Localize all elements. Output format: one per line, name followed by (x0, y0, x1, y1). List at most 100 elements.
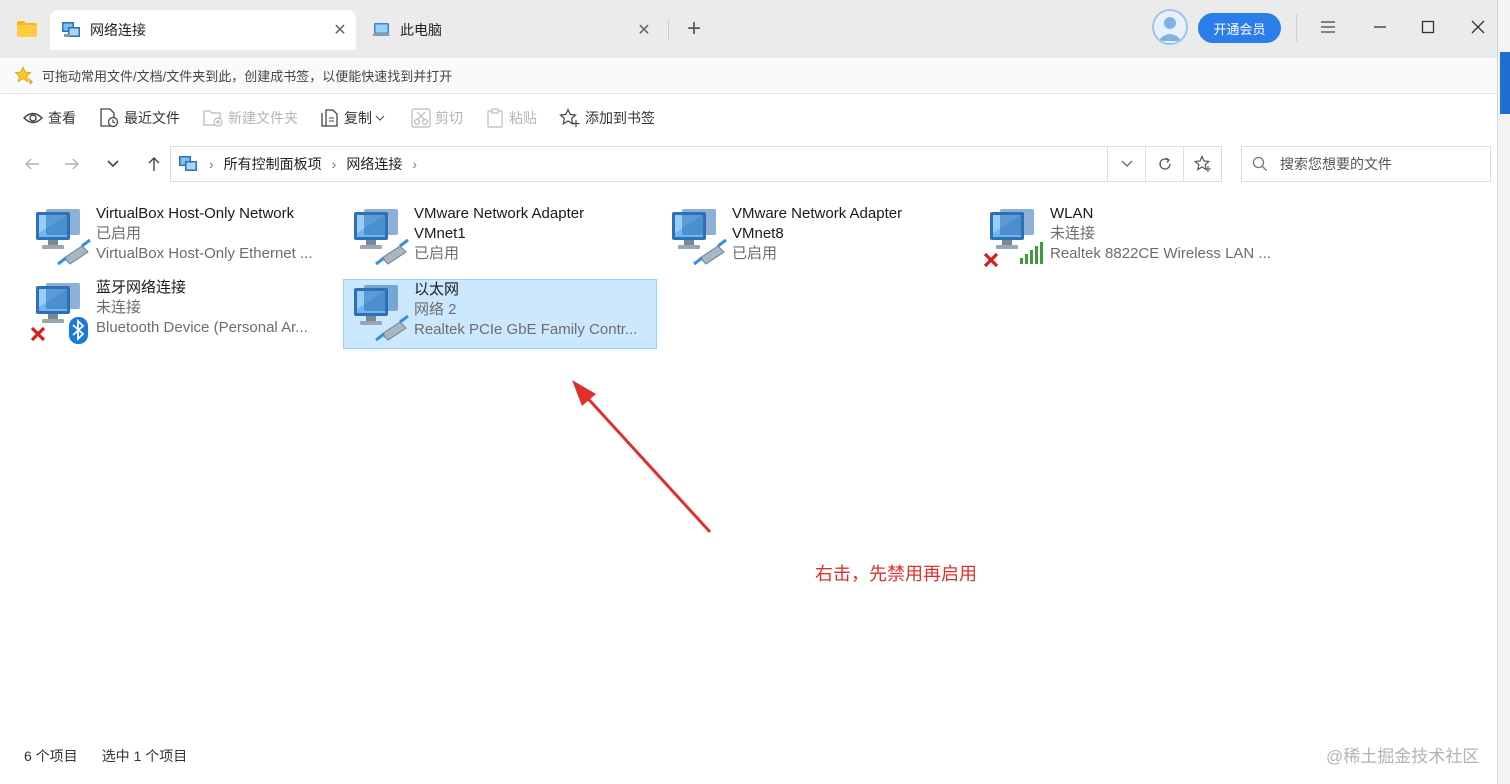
connection-device: Realtek PCIe GbE Family Contr... (414, 321, 638, 338)
refresh-icon (1158, 157, 1171, 170)
paste-button[interactable]: 粘贴 (485, 102, 537, 134)
up-button[interactable] (140, 150, 168, 178)
menu-button[interactable] (1312, 12, 1344, 42)
desktop-edge (1497, 0, 1510, 784)
connection-status: 未连接 (1050, 225, 1096, 242)
history-dropdown-button[interactable] (99, 150, 127, 178)
tab-divider (668, 20, 669, 40)
toolbar: 查看 最近文件 新建文件夹 复制 剪切 粘贴 添加到书签 (0, 94, 1497, 142)
new-tab-button[interactable]: + (680, 16, 708, 44)
copy-icon (321, 109, 338, 127)
connection-item[interactable]: 蓝牙网络连接 未连接 Bluetooth Device (Personal Ar… (26, 278, 340, 348)
connection-status: 已启用 (732, 245, 778, 262)
maximize-icon (1421, 20, 1435, 34)
search-box[interactable] (1241, 146, 1491, 182)
connection-item-selected[interactable]: 以太网 网络 2 Realtek PCIe GbE Family Contr..… (343, 279, 657, 349)
favorite-button[interactable] (1183, 147, 1221, 181)
folder-icon[interactable] (16, 20, 38, 38)
arrow-left-icon (25, 158, 39, 170)
arrow-up-icon (148, 157, 160, 171)
close-tab-icon[interactable]: ✕ (328, 18, 352, 42)
menu-icon (1321, 21, 1335, 33)
copy-label: 复制 (344, 110, 372, 126)
add-bookmark-label: 添加到书签 (585, 110, 655, 126)
computer-icon (372, 23, 390, 36)
forward-button[interactable] (58, 150, 86, 178)
connection-name: 蓝牙网络连接 (96, 279, 187, 296)
tab-bar: 网络连接 ✕ 此电脑 ✕ + 开通会员 (0, 0, 1510, 58)
breadcrumb-chevron-icon[interactable]: › (332, 156, 337, 172)
close-window-button[interactable] (1462, 12, 1494, 42)
address-dropdown-button[interactable] (1107, 147, 1145, 181)
breadcrumb-chevron-icon[interactable]: › (412, 156, 417, 172)
scissors-icon (411, 108, 431, 128)
bookmark-bar: 可拖动常用文件/文档/文件夹到此，创建成书签，以便能快速找到并打开 (0, 58, 1497, 94)
annotation-arrow (572, 380, 712, 534)
network-connections-icon (62, 22, 80, 37)
search-input[interactable] (1280, 156, 1470, 172)
address-bar[interactable]: › 所有控制面板项 › 网络连接 › (170, 146, 1222, 182)
status-bar: 6 个项目 选中 1 个项目 (0, 740, 1497, 772)
recent-files-label: 最近文件 (124, 110, 180, 126)
annotation-text: 右击，先禁用再启用 (815, 564, 977, 584)
watermark: @稀土掘金技术社区 (1326, 747, 1480, 766)
close-tab-icon[interactable]: ✕ (632, 18, 656, 42)
arrow-right-icon (65, 158, 79, 170)
network-adapter-icon (354, 285, 410, 342)
tab-label: 网络连接 (90, 22, 146, 38)
new-folder-label: 新建文件夹 (228, 110, 298, 126)
connection-item[interactable]: VMware Network Adapter VMnet1 已启用 (344, 204, 658, 274)
connection-status: 已启用 (96, 225, 142, 242)
connection-device: VirtualBox Host-Only Ethernet ... (96, 245, 313, 262)
connection-item[interactable]: WLAN 未连接 Realtek 8822CE Wireless LAN ... (980, 204, 1294, 274)
breadcrumb-control-panel[interactable]: 所有控制面板项 (224, 154, 322, 174)
connection-name: VirtualBox Host-Only Network (96, 205, 295, 222)
add-bookmark-button[interactable]: 添加到书签 (559, 102, 655, 134)
paste-label: 粘贴 (509, 110, 537, 126)
back-button[interactable] (18, 150, 46, 178)
item-count: 6 个项目 (24, 748, 78, 764)
breadcrumb-chevron-icon[interactable]: › (209, 156, 214, 172)
connection-device: Realtek 8822CE Wireless LAN ... (1050, 245, 1271, 262)
clipboard-icon (487, 108, 503, 128)
network-adapter-icon (36, 209, 92, 266)
chevron-down-icon (1121, 160, 1132, 167)
connection-name: WLAN (1050, 205, 1094, 222)
connection-item[interactable]: VirtualBox Host-Only Network 已启用 Virtual… (26, 204, 340, 274)
star-outline-icon (1193, 155, 1211, 172)
chevron-down-icon (375, 115, 385, 121)
control-panel-icon (179, 156, 197, 171)
chevron-down-icon (107, 160, 119, 168)
bookmark-star-icon (14, 65, 33, 85)
view-button[interactable]: 查看 (22, 102, 76, 134)
recent-files-icon (100, 108, 119, 128)
recent-files-button[interactable]: 最近文件 (98, 102, 180, 134)
user-avatar[interactable] (1152, 9, 1188, 45)
connection-name: 以太网 (414, 281, 460, 298)
connection-item[interactable]: VMware Network Adapter VMnet8 已启用 (662, 204, 976, 274)
copy-button[interactable]: 复制 (320, 102, 389, 134)
network-adapter-icon (672, 209, 728, 266)
bluetooth-adapter-icon (30, 283, 88, 344)
breadcrumb-network-connections[interactable]: 网络连接 (346, 154, 402, 174)
connection-device: Bluetooth Device (Personal Ar... (96, 319, 308, 336)
maximize-button[interactable] (1412, 12, 1444, 42)
new-folder-icon (203, 110, 223, 127)
refresh-button[interactable] (1145, 147, 1183, 181)
tab-this-pc[interactable]: 此电脑 ✕ (360, 10, 660, 50)
desktop-window-edge (1500, 52, 1510, 114)
new-folder-button[interactable]: 新建文件夹 (202, 102, 298, 134)
file-list: VirtualBox Host-Only Network 已启用 Virtual… (0, 188, 1497, 728)
window-controls-divider (1296, 14, 1297, 42)
vip-button[interactable]: 开通会员 (1198, 13, 1281, 43)
search-icon (1252, 156, 1267, 171)
selected-count: 选中 1 个项目 (101, 748, 188, 764)
eye-icon (23, 112, 43, 124)
bookmark-hint: 可拖动常用文件/文档/文件夹到此，创建成书签，以便能快速找到并打开 (42, 69, 453, 84)
tab-network-connections[interactable]: 网络连接 ✕ (50, 10, 356, 50)
cut-button[interactable]: 剪切 (411, 102, 463, 134)
connection-status: 已启用 (414, 245, 460, 262)
minimize-button[interactable] (1364, 12, 1396, 42)
cut-label: 剪切 (435, 110, 463, 126)
connection-status: 网络 2 (414, 301, 457, 318)
